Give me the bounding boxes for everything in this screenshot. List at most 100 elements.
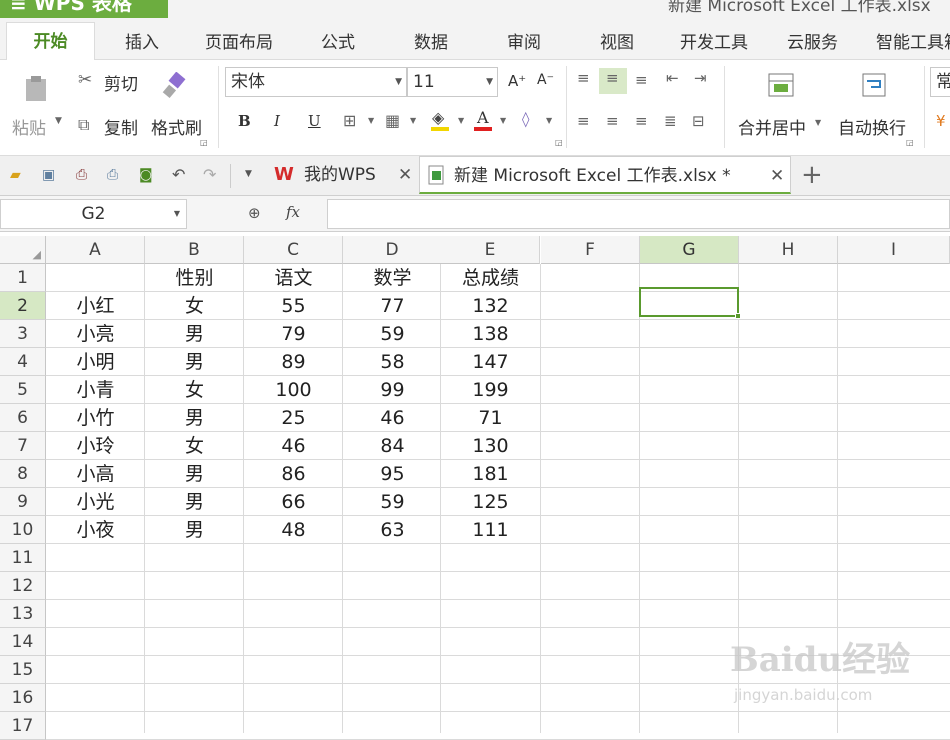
cell-b3[interactable]: 男 [145, 320, 244, 348]
column-header-h[interactable]: H [739, 236, 838, 264]
quick-access-dropdown-icon[interactable]: ▼ [245, 169, 252, 179]
cell-c1[interactable]: 语文 [244, 264, 343, 292]
percent-icon[interactable]: ¥ [936, 112, 946, 130]
tab-data[interactable]: 数据 [414, 28, 448, 53]
row-header-10[interactable]: 10 [0, 516, 46, 544]
clear-format-icon[interactable]: ◊ [522, 110, 529, 128]
column-header-d[interactable]: D [343, 236, 442, 264]
cell-c5[interactable]: 100 [244, 376, 343, 404]
cell-a6[interactable]: 小竹 [46, 404, 145, 432]
row-header-4[interactable]: 4 [0, 348, 46, 376]
font-size-select[interactable]: 11 ▼ [407, 67, 498, 97]
cell-e8[interactable]: 181 [441, 460, 540, 488]
cell-e10[interactable]: 111 [441, 516, 540, 544]
redo-icon[interactable]: ↷ [203, 165, 216, 184]
cell-d6[interactable]: 46 [343, 404, 442, 432]
row-header-7[interactable]: 7 [0, 432, 46, 460]
bold-button[interactable]: B [238, 112, 251, 130]
cell-c4[interactable]: 89 [244, 348, 343, 376]
cell-e1[interactable]: 总成绩 [441, 264, 540, 292]
grow-font-button[interactable]: A⁺ [508, 72, 526, 90]
column-header-c[interactable]: C [244, 236, 343, 264]
justify-icon[interactable]: ≣ [664, 112, 677, 130]
chevron-down-icon[interactable]: ▼ [458, 116, 464, 125]
cell-d7[interactable]: 84 [343, 432, 442, 460]
column-header-i[interactable]: I [838, 236, 950, 264]
alignment-expand-icon[interactable]: ◲ [906, 138, 914, 147]
shrink-font-button[interactable]: A⁻ [537, 72, 554, 88]
chevron-down-icon[interactable]: ▼ [546, 116, 552, 125]
cell-d2[interactable]: 77 [343, 292, 442, 320]
row-header-3[interactable]: 3 [0, 320, 46, 348]
close-icon[interactable]: ✕ [770, 157, 784, 195]
row-header-13[interactable]: 13 [0, 600, 46, 628]
row-header-15[interactable]: 15 [0, 656, 46, 684]
row-header-8[interactable]: 8 [0, 460, 46, 488]
font-expand-icon[interactable]: ◲ [555, 138, 563, 147]
italic-button[interactable]: I [274, 112, 280, 130]
cut-button[interactable]: 剪切 [104, 70, 138, 95]
cell-e4[interactable]: 147 [441, 348, 540, 376]
underline-button[interactable]: U [308, 112, 321, 130]
fill-color-icon[interactable]: ◈ [432, 108, 444, 127]
font-color-icon[interactable]: A [477, 108, 489, 127]
cell-b9[interactable]: 男 [145, 488, 244, 516]
row-header-16[interactable]: 16 [0, 684, 46, 712]
print-preview-icon[interactable]: ◙ [139, 167, 153, 183]
cell-c7[interactable]: 46 [244, 432, 343, 460]
cell-b6[interactable]: 男 [145, 404, 244, 432]
print-icon[interactable]: ⎙ [107, 167, 118, 183]
cell-b10[interactable]: 男 [145, 516, 244, 544]
cell-b4[interactable]: 男 [145, 348, 244, 376]
font-name-select[interactable]: 宋体 ▼ [225, 67, 407, 97]
chevron-down-icon[interactable]: ▼ [368, 116, 374, 125]
cell-e5[interactable]: 199 [441, 376, 540, 404]
tab-insert[interactable]: 插入 [125, 28, 159, 53]
chevron-down-icon[interactable]: ▼ [410, 116, 416, 125]
insert-function-button[interactable]: fx [286, 203, 300, 221]
row-header-2[interactable]: 2 [0, 292, 46, 320]
cell-a8[interactable]: 小高 [46, 460, 145, 488]
column-header-g[interactable]: G [640, 236, 739, 264]
cell-c2[interactable]: 55 [244, 292, 343, 320]
export-pdf-icon[interactable]: ⎙ [76, 167, 87, 183]
doc-tab-my-wps[interactable]: W 我的WPS ✕ [270, 156, 418, 194]
paste-dropdown-icon[interactable]: ▼ [55, 116, 62, 126]
tab-developer[interactable]: 开发工具 [680, 28, 748, 53]
cell-e6[interactable]: 71 [441, 404, 540, 432]
increase-indent-icon[interactable]: ⇥ [694, 69, 707, 87]
row-header-5[interactable]: 5 [0, 376, 46, 404]
align-top-icon[interactable]: ≡ [577, 69, 590, 87]
chevron-down-icon[interactable]: ▼ [500, 116, 506, 125]
align-middle-icon[interactable]: ≡ [606, 69, 619, 87]
cell-c8[interactable]: 86 [244, 460, 343, 488]
column-header-f[interactable]: F [541, 236, 640, 264]
cell-d4[interactable]: 58 [343, 348, 442, 376]
row-header-6[interactable]: 6 [0, 404, 46, 432]
cell-d9[interactable]: 59 [343, 488, 442, 516]
cell-b2[interactable]: 女 [145, 292, 244, 320]
distributed-icon[interactable]: ⊟ [692, 112, 705, 130]
tab-cloud[interactable]: 云服务 [787, 28, 838, 53]
undo-icon[interactable]: ↶ [172, 165, 185, 184]
cell-b5[interactable]: 女 [145, 376, 244, 404]
align-center-icon[interactable]: ≡ [606, 112, 619, 130]
cell-a5[interactable]: 小青 [46, 376, 145, 404]
tab-page-layout[interactable]: 页面布局 [205, 28, 273, 53]
cell-b1[interactable]: 性别 [145, 264, 244, 292]
cell-c9[interactable]: 66 [244, 488, 343, 516]
name-box[interactable]: G2 ▼ [0, 199, 187, 229]
tab-home[interactable]: 开始 [6, 22, 95, 61]
decrease-indent-icon[interactable]: ⇤ [666, 69, 679, 87]
doc-tab-active[interactable]: 新建 Microsoft Excel 工作表.xlsx * ✕ [419, 156, 791, 194]
cell-a9[interactable]: 小光 [46, 488, 145, 516]
tab-review[interactable]: 审阅 [507, 28, 541, 53]
cell-c3[interactable]: 79 [244, 320, 343, 348]
cell-a3[interactable]: 小亮 [46, 320, 145, 348]
border-icon[interactable]: ⊞ [343, 111, 356, 130]
cell-style-icon[interactable]: ▦ [385, 111, 400, 130]
cell-b7[interactable]: 女 [145, 432, 244, 460]
save-icon[interactable]: ▣ [42, 167, 55, 183]
row-header-11[interactable]: 11 [0, 544, 46, 572]
tab-smart-tools[interactable]: 智能工具箱 [876, 28, 950, 53]
